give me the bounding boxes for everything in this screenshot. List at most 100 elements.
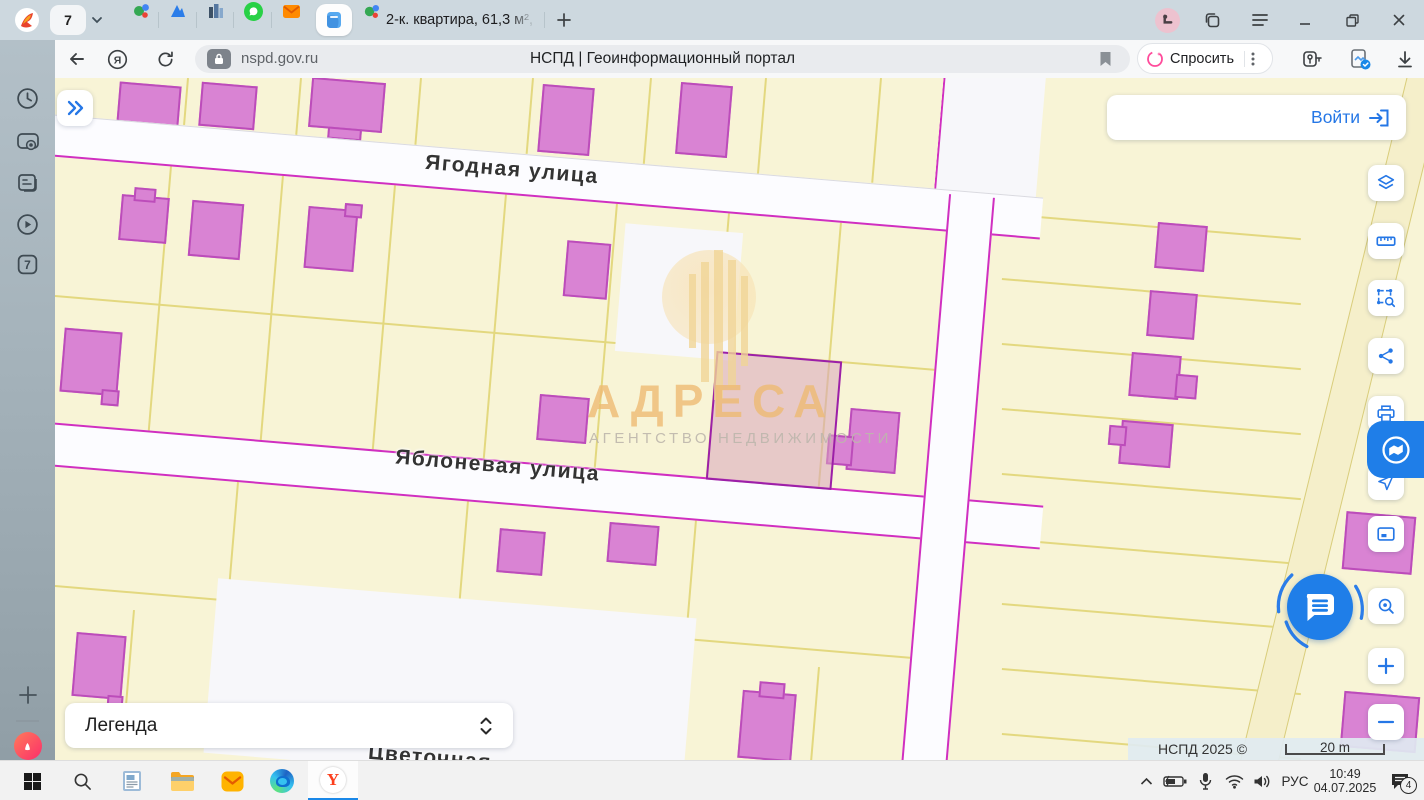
divider <box>196 12 197 28</box>
pinned-tab-whatsapp-icon[interactable] <box>242 0 264 22</box>
microphone-icon[interactable] <box>1192 761 1218 800</box>
building[interactable] <box>198 82 257 131</box>
yandex-browser-logo-icon[interactable] <box>14 0 40 40</box>
building[interactable] <box>188 200 245 260</box>
layers-button[interactable] <box>1368 165 1404 201</box>
articles-icon[interactable] <box>0 172 55 195</box>
pinned-tab-mail-icon[interactable] <box>280 0 302 22</box>
taskbar-mail-icon[interactable] <box>212 761 252 800</box>
parcel-line <box>871 78 881 183</box>
back-button[interactable] <box>63 40 91 78</box>
sidebar-add-icon[interactable] <box>0 684 55 706</box>
login-icon <box>1368 108 1390 128</box>
building[interactable] <box>536 394 590 444</box>
search-location-button[interactable] <box>1368 588 1404 624</box>
map-panel-tab[interactable] <box>1367 421 1424 478</box>
alice-icon[interactable] <box>0 732 55 760</box>
pinned-tab-services-icon[interactable] <box>130 0 152 22</box>
start-button[interactable] <box>12 761 52 800</box>
notification-center-icon[interactable]: 4 <box>1382 761 1418 800</box>
window-close-button[interactable] <box>1379 0 1419 40</box>
password-manager-icon[interactable] <box>1295 40 1329 78</box>
tab-count-badge[interactable]: 7 <box>0 252 55 277</box>
parcel-line <box>1002 538 1301 565</box>
new-tab-button[interactable] <box>556 0 572 40</box>
taskbar-search-icon[interactable] <box>62 761 102 800</box>
legend-panel[interactable]: Легенда <box>65 703 513 748</box>
window-minimize-button[interactable] <box>1285 0 1325 40</box>
building[interactable] <box>118 194 170 244</box>
tab-favicon-icon[interactable] <box>360 0 382 22</box>
wifi-icon[interactable] <box>1220 761 1248 800</box>
map-canvas[interactable]: Ягодная улица Яблоневая улица Цветочная … <box>55 78 1424 760</box>
share-device-icon[interactable] <box>1343 40 1377 78</box>
tab-groups-icon[interactable] <box>1192 0 1232 40</box>
parcel-line <box>414 78 421 145</box>
overview-map-button[interactable] <box>1368 516 1404 552</box>
parcel-line <box>483 194 507 461</box>
divider <box>233 12 234 28</box>
share-button[interactable] <box>1368 338 1404 374</box>
building[interactable] <box>1146 290 1198 340</box>
yandex-search-icon[interactable]: Я <box>103 40 131 78</box>
browser-tab-strip: 7 2-к. квартира, 61,3 м², <box>0 0 1424 40</box>
sidebar-expand-button[interactable] <box>57 90 93 126</box>
select-area-button[interactable] <box>1368 280 1404 316</box>
zoom-out-button[interactable] <box>1368 704 1404 740</box>
screenshot-icon[interactable] <box>0 130 55 154</box>
ask-alice-button[interactable]: Спросить <box>1137 43 1273 74</box>
building[interactable] <box>71 632 126 700</box>
street-vertical <box>900 194 995 760</box>
pinned-tab-building-icon[interactable] <box>205 0 227 22</box>
building[interactable] <box>675 82 733 158</box>
building[interactable] <box>1128 352 1182 400</box>
building[interactable] <box>563 240 612 299</box>
building[interactable] <box>308 78 386 133</box>
downloads-icon[interactable] <box>1388 40 1422 78</box>
tab-counter-value: 7 <box>64 12 72 28</box>
tray-expand-icon[interactable] <box>1133 761 1159 800</box>
reload-button[interactable] <box>151 40 179 78</box>
volume-icon[interactable] <box>1248 761 1276 800</box>
building[interactable] <box>303 206 358 272</box>
tab-list-chevron[interactable] <box>90 0 104 40</box>
building[interactable] <box>537 84 595 156</box>
parcel-line <box>372 185 396 452</box>
building[interactable] <box>1118 420 1173 468</box>
legend-collapse-icon[interactable] <box>479 715 493 737</box>
language-label: РУС <box>1281 774 1308 789</box>
zoom-in-button[interactable] <box>1368 648 1404 684</box>
ask-menu-dots-icon[interactable] <box>1251 51 1255 67</box>
login-panel[interactable]: Войти <box>1107 95 1406 140</box>
bookmark-icon[interactable] <box>1099 51 1112 67</box>
address-bar[interactable]: nspd.gov.ru НСПД | Геоинформационный пор… <box>195 45 1130 73</box>
building[interactable] <box>496 528 546 576</box>
ruler-button[interactable] <box>1368 223 1404 259</box>
clock-tray[interactable]: 10:49 04.07.2025 <box>1312 761 1378 800</box>
edge-browser-icon[interactable] <box>262 761 302 800</box>
active-pinned-tab-nspd[interactable] <box>316 4 352 36</box>
taskbar-news-app-icon[interactable] <box>112 761 152 800</box>
language-indicator[interactable]: РУС <box>1278 761 1312 800</box>
yandex-browser-taskbar-active[interactable]: Y <box>308 761 358 800</box>
building[interactable] <box>59 328 122 397</box>
site-lock-icon[interactable] <box>207 49 231 69</box>
video-play-icon[interactable] <box>0 212 55 237</box>
building[interactable] <box>845 408 900 474</box>
building[interactable] <box>737 690 797 760</box>
region-map-icon <box>1379 433 1413 467</box>
tab-counter[interactable]: 7 <box>50 5 86 35</box>
profile-avatar[interactable] <box>1155 0 1180 40</box>
tab-flat[interactable]: 2-к. квартира, 61,3 м², 4/1 <box>386 0 536 40</box>
selected-parcel[interactable] <box>706 351 842 490</box>
window-restore-button[interactable] <box>1332 0 1372 40</box>
building[interactable] <box>1154 222 1208 272</box>
pinned-tab-avito-icon[interactable] <box>167 0 189 22</box>
chat-button[interactable] <box>1287 574 1353 640</box>
browser-menu-icon[interactable] <box>1240 0 1280 40</box>
history-icon[interactable] <box>0 86 55 111</box>
building-annex <box>758 681 785 699</box>
building[interactable] <box>606 522 659 566</box>
file-explorer-icon[interactable] <box>162 761 202 800</box>
battery-icon[interactable] <box>1160 761 1190 800</box>
